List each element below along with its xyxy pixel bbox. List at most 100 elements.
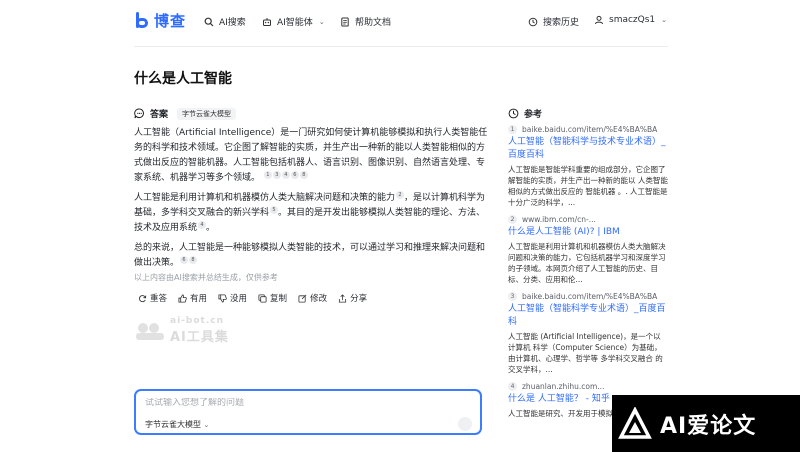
model-selector-label: 字节云雀大模型 (145, 420, 201, 429)
citation-badge[interactable]: 5 (270, 206, 279, 214)
reference-item[interactable]: 1 baike.baidu.com/item/%E4%BA%BA 人工智能（智能… (508, 125, 668, 208)
action-label: 修改 (310, 294, 328, 304)
reference-number: 4 (508, 382, 517, 391)
citation-badge[interactable]: 2 (396, 191, 405, 199)
nav-label: 帮助文档 (355, 18, 392, 28)
citation-badge[interactable]: 8 (189, 256, 198, 264)
action-label: 分享 (350, 294, 368, 304)
citation-badge[interactable]: 1 (263, 171, 272, 179)
answer-text: 人工智能（Artificial Intelligence）是一门研究如何使计算机… (134, 128, 488, 183)
answer-actions: 重答 有用 没用 复制 修改 分享 (138, 292, 367, 304)
chevron-down-icon: ⌄ (203, 421, 210, 429)
answer-text: 人工智能是利用计算机和机器模仿人类大脑解决问题和决策的能力 (134, 193, 396, 203)
nav-help-docs[interactable]: 帮助文档 (340, 15, 391, 28)
answer-paragraph: 人工智能是利用计算机和机器模仿人类大脑解决问题和决策的能力 2 ，是以计算机科学为基… (134, 191, 490, 236)
citation-badge[interactable]: 6 (290, 171, 299, 179)
logo[interactable]: 博查 (134, 10, 186, 31)
robot-icon (263, 17, 271, 26)
reference-number: 2 (508, 215, 517, 224)
reference-title[interactable]: 人工智能（智能科学专业术语）_百度百科 (508, 303, 668, 329)
chevron-down-icon: ⌄ (661, 16, 668, 24)
reference-url-row: 3 baike.baidu.com/item/%E4%BA%BA (508, 292, 668, 301)
reference-snippet: 人工智能是智能学科重要的组成部分，它企图了解智能的实质，并生产出一种新的能以 人… (508, 165, 668, 207)
action-label: 重答 (150, 294, 168, 304)
share-button[interactable]: 分享 (338, 292, 367, 304)
answer-paragraph: 总的来说，人工智能是一种能够模拟人类智能的技术，可以通过学习和推理来解决问题和做… (134, 241, 490, 271)
answer-text: 总的来说，人工智能是一种能够模拟人类智能的技术，可以通过学习和推理来解决问题和做… (134, 243, 486, 268)
question-input[interactable] (145, 398, 445, 408)
page-title: 什么是人工智能 (134, 71, 232, 87)
reference-title[interactable]: 人工智能（智能科学与技术专业术语）_百度百科 (508, 136, 668, 162)
citation-badge[interactable]: 8 (299, 171, 308, 179)
citation-badge[interactable]: 3 (272, 171, 281, 179)
reference-url: baike.baidu.com/item/%E4%BA%BA (522, 292, 658, 301)
citation-badge[interactable]: 4 (198, 221, 207, 229)
citation-badge[interactable]: 6 (180, 256, 189, 264)
answer-body: 人工智能（Artificial Intelligence）是一门研究如何使计算机… (134, 126, 490, 276)
action-label: 复制 (270, 294, 288, 304)
answer-text: 。 (206, 223, 216, 233)
corner-watermark-badge: AI爱论文 (612, 395, 800, 452)
search-history-button[interactable]: 搜索历史 (528, 15, 579, 28)
history-icon (528, 17, 538, 26)
answer-paragraph: 人工智能（Artificial Intelligence）是一门研究如何使计算机… (134, 126, 490, 186)
model-tag: 字节云雀大模型 (177, 107, 237, 120)
nav-label: AI搜索 (219, 18, 246, 28)
question-input-box: 字节云雀大模型 ⌄ (134, 389, 482, 435)
reference-url: baike.baidu.com/item/%E4%BA%BA (522, 125, 658, 134)
reference-url-row: 2 www.ibm.com/cn-... (508, 215, 668, 224)
thumbs-up-icon (178, 293, 187, 303)
logo-mark-icon (134, 11, 150, 30)
reference-url: www.ibm.com/cn-... (522, 215, 596, 224)
user-name: smaczQs1 (609, 15, 656, 25)
top-nav-bar: 博查 AI搜索 AI智能体 ⌄ 帮助文档 搜索历史 smaczQs1 ⌄ (0, 0, 800, 47)
document-icon (341, 17, 349, 26)
nav-label: AI智能体 (277, 18, 313, 28)
reference-snippet: 人工智能是利用计算机和机器模仿人类大脑解决问题和决策的能力，它包括机器学习和深度… (508, 242, 666, 284)
watermark: ai-bot.cn AI工具集 (134, 316, 229, 345)
model-selector[interactable]: 字节云雀大模型 ⌄ (145, 419, 209, 430)
reference-item[interactable]: 2 www.ibm.com/cn-... 什么是人工智能 (AI)? | IBM… (508, 215, 668, 285)
watermark-logo-icon (136, 322, 164, 340)
references-header: 参考 (508, 107, 542, 120)
clock-icon (508, 108, 519, 119)
chat-bubble-icon (134, 108, 144, 119)
user-menu[interactable]: smaczQs1 ⌄ (594, 15, 667, 25)
regenerate-button[interactable]: 重答 (138, 292, 167, 304)
header-divider (134, 46, 668, 47)
copy-icon (258, 293, 267, 303)
logo-text: 博查 (154, 12, 187, 30)
reference-title[interactable]: 什么是人工智能 (AI)? | IBM (508, 226, 668, 239)
action-label: 有用 (190, 294, 208, 304)
references-label: 参考 (524, 110, 543, 120)
search-history-label: 搜索历史 (543, 18, 580, 28)
reference-number: 1 (508, 125, 517, 134)
nav-ai-agent[interactable]: AI智能体 ⌄ (262, 15, 325, 28)
not-useful-button[interactable]: 没用 (218, 292, 247, 304)
edit-icon (298, 294, 307, 303)
action-label: 没用 (230, 294, 248, 304)
reference-number: 3 (508, 292, 517, 301)
citation-badge[interactable]: 4 (281, 171, 290, 179)
useful-button[interactable]: 有用 (178, 292, 207, 304)
share-icon (339, 293, 347, 303)
reference-url-row: 1 baike.baidu.com/item/%E4%BA%BA (508, 125, 668, 134)
watermark-domain: ai-bot.cn (170, 316, 224, 326)
reference-item[interactable]: 3 baike.baidu.com/item/%E4%BA%BA 人工智能（智能… (508, 292, 668, 375)
ai-logo-icon (618, 406, 652, 439)
reference-url-row: 4 zhuanlan.zhihu.com... (508, 382, 668, 391)
nav-ai-search[interactable]: AI搜索 (204, 15, 246, 28)
answer-label: 答案 (150, 110, 169, 120)
copy-button[interactable]: 复制 (258, 292, 287, 304)
thumbs-down-icon (218, 293, 227, 303)
search-icon (204, 17, 214, 26)
reference-snippet: 人工智能 (Artificial Intelligence)，是一个以 计算机 … (508, 332, 663, 374)
reference-url: zhuanlan.zhihu.com... (522, 382, 605, 391)
refresh-icon (139, 294, 147, 302)
corner-badge-text: AI爱论文 (660, 413, 757, 439)
send-button[interactable] (458, 417, 472, 431)
ai-disclaimer: 以上内容由AI搜索并总结生成，仅供参考 (134, 273, 278, 282)
answer-header: 答案 字节云雀大模型 (134, 107, 237, 120)
chevron-down-icon: ⌄ (318, 17, 325, 26)
edit-button[interactable]: 修改 (298, 292, 327, 304)
